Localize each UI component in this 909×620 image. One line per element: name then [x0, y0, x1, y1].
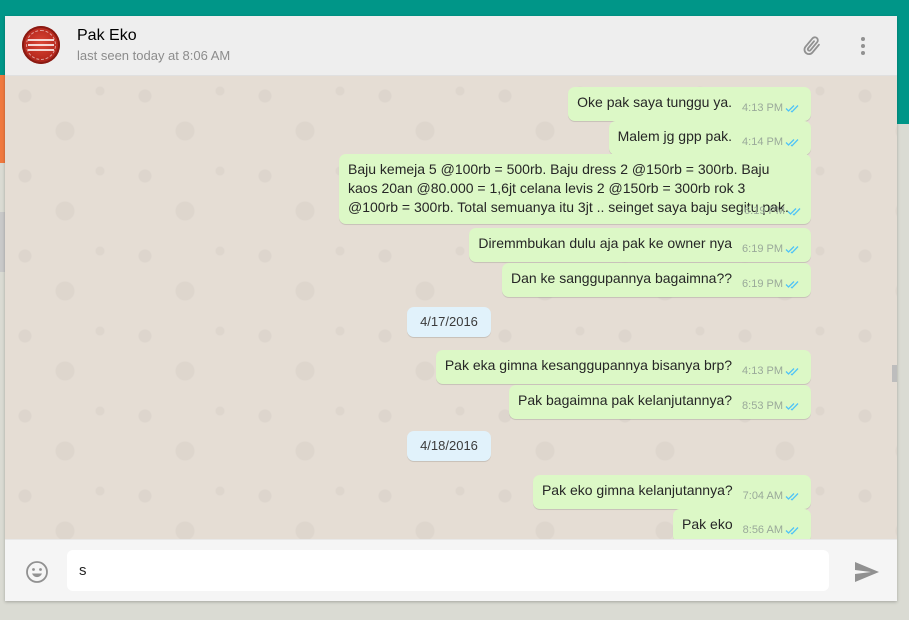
chat-window: Pak Eko last seen today at 8:06 AM Oke p… — [5, 16, 897, 601]
message-text: Pak eko — [682, 516, 733, 532]
double-check-icon — [785, 403, 799, 411]
message-bubble[interactable]: Pak eko gimna kelanjutannya? 7:04 AM — [532, 475, 811, 509]
date-divider: 4/18/2016 — [407, 431, 491, 461]
message-time: 8:53 PM — [742, 400, 783, 412]
contact-name[interactable]: Pak Eko — [77, 27, 137, 45]
message-text: Pak bagaimna pak kelanjutannya? — [517, 392, 733, 408]
message-text: Oke pak saya tunggu ya. — [577, 94, 733, 110]
message-bubble[interactable]: Oke pak saya tunggu ya. 4:13 PM — [568, 87, 811, 121]
chat-header: Pak Eko last seen today at 8:06 AM — [5, 16, 897, 76]
avatar[interactable] — [22, 26, 60, 64]
avatar-text-line — [28, 44, 54, 46]
message-meta: 6:19 PM — [744, 202, 803, 221]
message-text: Dan ke sanggupannya bagaimna?? — [510, 270, 733, 286]
message-time: 6:19 PM — [742, 243, 783, 255]
more-vertical-icon[interactable] — [851, 34, 875, 58]
message-meta: 4:14 PM — [742, 133, 801, 152]
message-text: Malem jg gpp pak. — [617, 128, 733, 144]
message-time: 4:13 PM — [742, 365, 783, 377]
message-meta: 4:13 PM — [742, 99, 801, 118]
message-text: Pak eka gimna kesanggupannya bisanya brp… — [444, 357, 733, 373]
message-meta: 4:13 PM — [742, 362, 801, 381]
avatar-text-line — [28, 39, 54, 41]
message-time: 6:19 PM — [744, 205, 785, 217]
double-check-icon — [785, 493, 799, 501]
smiley-icon[interactable] — [25, 560, 49, 584]
double-check-icon — [785, 368, 799, 376]
message-text: Baju kemeja 5 @100rb = 500rb. Baju dress… — [348, 161, 789, 215]
message-text: Diremmbukan dulu aja pak ke owner nya — [478, 235, 733, 251]
message-time: 7:04 AM — [742, 490, 783, 502]
message-bubble[interactable]: Diremmbukan dulu aja pak ke owner nya 6:1… — [469, 228, 811, 262]
message-bubble[interactable]: Baju kemeja 5 @100rb = 500rb. Baju dress… — [339, 154, 811, 224]
double-check-icon — [785, 281, 799, 289]
message-bubble[interactable]: Pak eka gimna kesanggupannya bisanya brp… — [435, 350, 811, 384]
message-meta: 6:19 PM — [742, 275, 801, 294]
message-bubble[interactable]: Dan ke sanggupannya bagaimna?? 6:19 PM — [501, 263, 811, 297]
last-seen-status: last seen today at 8:06 AM — [77, 48, 231, 63]
send-icon[interactable] — [853, 560, 881, 584]
double-check-icon — [785, 527, 799, 535]
message-meta: 7:04 AM — [743, 487, 801, 506]
message-composer — [5, 539, 897, 601]
message-list[interactable]: Oke pak saya tunggu ya. 4:13 PM Malem jg … — [5, 76, 897, 539]
date-divider: 4/17/2016 — [407, 307, 491, 337]
message-input[interactable] — [67, 550, 829, 591]
double-check-icon — [785, 246, 799, 254]
message-time: 6:19 PM — [742, 278, 783, 290]
message-time: 8:56 AM — [742, 524, 783, 536]
double-check-icon — [787, 208, 801, 216]
message-time: 4:14 PM — [742, 136, 783, 148]
scrollbar-thumb[interactable] — [892, 365, 897, 382]
message-meta: 6:19 PM — [742, 240, 801, 259]
avatar-text-line — [28, 49, 54, 51]
message-meta: 8:53 PM — [742, 397, 801, 416]
message-meta: 8:56 AM — [743, 521, 801, 539]
double-check-icon — [785, 105, 799, 113]
message-bubble[interactable]: Pak bagaimna pak kelanjutannya? 8:53 PM — [508, 385, 811, 419]
paperclip-icon[interactable] — [800, 34, 824, 58]
message-bubble[interactable]: Malem jg gpp pak. 4:14 PM — [608, 121, 811, 155]
message-text: Pak eko gimna kelanjutannya? — [541, 482, 733, 498]
message-time: 4:13 PM — [742, 102, 783, 114]
message-bubble[interactable]: Pak eko 8:56 AM — [673, 509, 811, 539]
double-check-icon — [785, 139, 799, 147]
